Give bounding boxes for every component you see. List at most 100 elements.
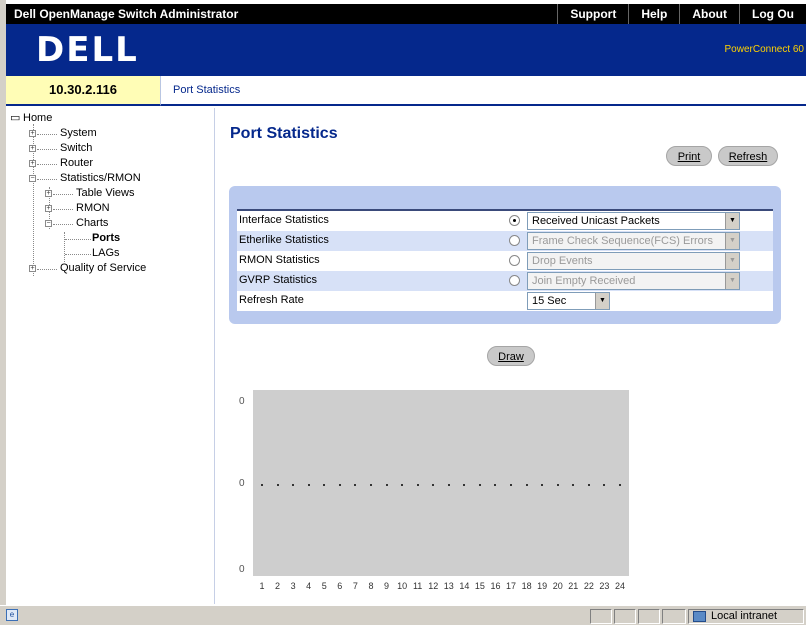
x-tick-label: 20 xyxy=(552,581,563,591)
expand-icon[interactable]: + xyxy=(29,130,36,137)
logout-link[interactable]: Log Ou xyxy=(739,4,806,24)
data-point xyxy=(432,484,435,486)
data-point xyxy=(572,484,575,486)
tree-item-label: Quality of Service xyxy=(60,262,147,274)
row-label: RMON Statistics xyxy=(239,254,320,266)
x-tick-label: 12 xyxy=(428,581,439,591)
tree-item-label: Table Views xyxy=(76,187,135,199)
etherlike-statistics-select[interactable]: Frame Check Sequence(FCS) Errors ▼ xyxy=(527,232,740,250)
port-statistics-chart xyxy=(253,390,629,576)
app-title: Dell OpenManage Switch Administrator xyxy=(14,7,239,21)
status-cell xyxy=(590,609,612,624)
expand-icon[interactable]: + xyxy=(29,160,36,167)
row-label: Etherlike Statistics xyxy=(239,234,329,246)
tree-item-label: Home xyxy=(23,112,53,124)
refresh-button[interactable]: Refresh xyxy=(718,146,778,166)
top-menu-bar: Dell OpenManage Switch Administrator Sup… xyxy=(6,4,806,24)
page-title: Port Statistics xyxy=(230,125,338,142)
data-point xyxy=(494,484,497,486)
tree-item-label: Charts xyxy=(76,217,109,229)
status-cell xyxy=(662,609,686,624)
device-ip: 10.30.2.116 xyxy=(6,76,160,106)
data-point xyxy=(323,484,326,486)
tree-line xyxy=(64,232,65,262)
chevron-down-icon: ▼ xyxy=(725,233,739,249)
help-link[interactable]: Help xyxy=(628,4,679,24)
x-tick-label: 17 xyxy=(506,581,517,591)
breadcrumb: Port Statistics xyxy=(160,76,806,106)
tree-item-label: LAGs xyxy=(92,247,120,259)
x-tick-label: 16 xyxy=(490,581,501,591)
y-tick-label: 0 xyxy=(239,478,245,489)
intranet-icon xyxy=(693,611,706,622)
rmon-statistics-row: RMON Statistics Drop Events ▼ xyxy=(237,251,773,271)
expand-icon[interactable]: + xyxy=(29,145,36,152)
data-point xyxy=(603,484,606,486)
status-cell xyxy=(614,609,636,624)
security-zone: Local intranet xyxy=(688,609,804,624)
data-point xyxy=(369,484,372,486)
interface-statistics-radio[interactable] xyxy=(509,215,520,226)
expand-icon[interactable]: + xyxy=(29,265,36,272)
x-tick-label: 3 xyxy=(290,581,296,591)
brand-bar: DELL PowerConnect 60 xyxy=(6,24,806,76)
data-point xyxy=(619,484,621,486)
x-tick-label: 5 xyxy=(321,581,327,591)
status-cell xyxy=(638,609,660,624)
page-icon: e xyxy=(6,609,18,621)
gvrp-statistics-select[interactable]: Join Empty Received ▼ xyxy=(527,272,740,290)
refresh-rate-select[interactable]: 15 Sec ▼ xyxy=(527,292,610,310)
row-label: GVRP Statistics xyxy=(239,274,318,286)
data-point xyxy=(541,484,544,486)
tree-item-label: Switch xyxy=(60,142,93,154)
data-point xyxy=(276,484,279,486)
zone-label: Local intranet xyxy=(711,610,778,622)
support-link[interactable]: Support xyxy=(557,4,628,24)
dell-logo: DELL xyxy=(36,30,139,70)
data-point xyxy=(587,484,590,486)
gvrp-statistics-radio[interactable] xyxy=(509,275,520,286)
data-point xyxy=(338,484,341,486)
refresh-rate-row: Refresh Rate 15 Sec ▼ xyxy=(237,291,773,311)
breadcrumb-page[interactable]: Port Statistics xyxy=(173,84,240,96)
main-content: Port Statistics Print Refresh Interface … xyxy=(216,108,806,604)
chevron-down-icon: ▼ xyxy=(595,293,609,309)
chevron-down-icon: ▼ xyxy=(725,253,739,269)
statistics-form-panel: Interface Statistics Received Unicast Pa… xyxy=(229,186,781,324)
navigation-tree: ▭ Home + System + Switch + Router − Stat… xyxy=(6,108,215,604)
chevron-down-icon: ▼ xyxy=(725,213,739,229)
expand-icon[interactable]: + xyxy=(45,190,52,197)
data-point xyxy=(416,484,419,486)
data-point xyxy=(478,484,481,486)
about-link[interactable]: About xyxy=(679,4,739,24)
product-model: PowerConnect 60 xyxy=(724,44,805,55)
tree-item-label: Statistics/RMON xyxy=(60,172,141,184)
expand-icon[interactable]: + xyxy=(45,205,52,212)
x-tick-label: 23 xyxy=(599,581,610,591)
interface-statistics-select[interactable]: Received Unicast Packets ▼ xyxy=(527,212,740,230)
x-tick-label: 14 xyxy=(459,581,470,591)
rmon-statistics-select[interactable]: Drop Events ▼ xyxy=(527,252,740,270)
data-point xyxy=(463,484,466,486)
chevron-down-icon: ▼ xyxy=(725,273,739,289)
data-point xyxy=(261,484,263,486)
top-links: Support Help About Log Ou xyxy=(557,4,806,24)
collapse-icon[interactable]: − xyxy=(29,175,36,182)
etherlike-statistics-row: Etherlike Statistics Frame Check Sequenc… xyxy=(237,231,773,251)
draw-button[interactable]: Draw xyxy=(487,346,535,366)
data-point xyxy=(556,484,559,486)
row-label: Interface Statistics xyxy=(239,214,329,226)
data-point xyxy=(510,484,513,486)
print-button[interactable]: Print xyxy=(666,146,712,166)
collapse-icon[interactable]: − xyxy=(45,220,52,227)
data-point xyxy=(354,484,357,486)
gvrp-statistics-row: GVRP Statistics Join Empty Received ▼ xyxy=(237,271,773,291)
x-tick-label: 18 xyxy=(521,581,532,591)
x-tick-label: 7 xyxy=(352,581,358,591)
x-tick-label: 19 xyxy=(537,581,548,591)
x-tick-label: 11 xyxy=(412,581,423,591)
rmon-statistics-radio[interactable] xyxy=(509,255,520,266)
y-tick-label: 0 xyxy=(239,564,245,575)
etherlike-statistics-radio[interactable] xyxy=(509,235,520,246)
x-tick-label: 10 xyxy=(397,581,408,591)
